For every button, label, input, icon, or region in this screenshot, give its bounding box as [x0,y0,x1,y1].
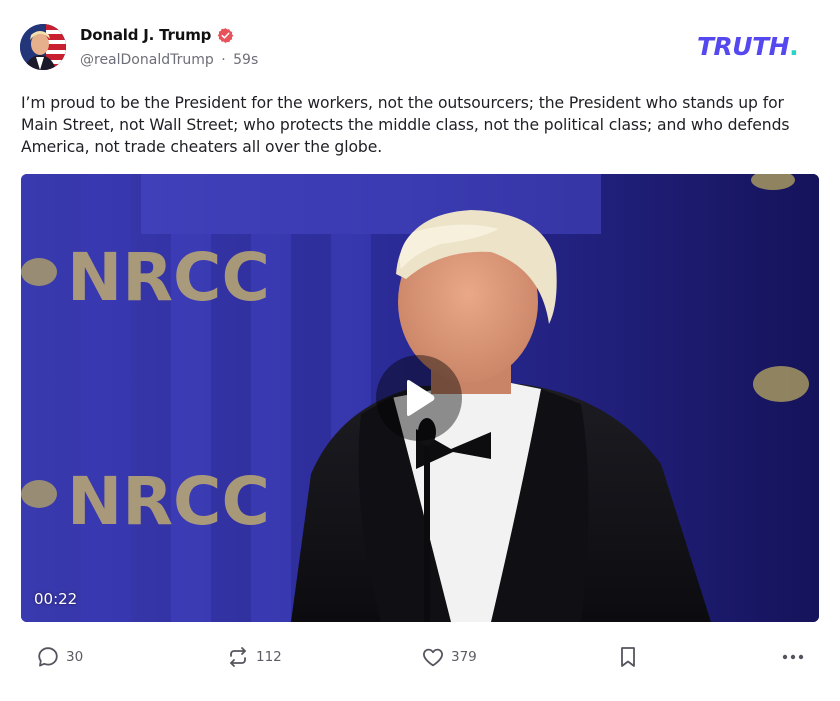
comment-bubble-icon [38,647,58,667]
retruth-arrows-icon [230,647,246,667]
play-button[interactable] [376,355,462,441]
like-button[interactable]: 379 [421,642,477,672]
truth-logo-text: TRUTH [697,32,790,61]
truth-logo-dot: . [789,32,799,61]
reply-button[interactable]: 30 [36,642,83,672]
bookmark-icon [621,647,635,667]
retruth-button[interactable]: 112 [226,642,282,672]
backdrop-text-bottom: NRCC [67,463,270,540]
video-duration: 00:22 [34,590,78,608]
author-display-name[interactable]: Donald J. Trump [80,26,211,44]
author-avatar[interactable] [20,24,66,70]
more-options-button[interactable] [780,642,806,672]
post-body-text: I’m proud to be the President for the wo… [21,94,790,156]
avatar-image [20,24,66,70]
reply-count: 30 [66,649,84,665]
verified-badge-icon [217,27,234,44]
like-count: 379 [451,649,477,665]
heart-icon [423,648,443,667]
post-action-bar: 30 112 379 [0,642,840,672]
play-icon [407,380,435,416]
author-handle[interactable]: @realDonaldTrump [80,52,214,68]
video-player[interactable]: NRCC NRCC 00:22 [21,174,819,622]
author-name-row: Donald J. Trump [80,25,234,45]
ellipsis-icon [782,654,804,660]
truth-logo[interactable]: TRUTH. [697,32,799,61]
post-timestamp[interactable]: 59s [233,52,258,68]
meta-separator: · [221,52,226,68]
author-meta: @realDonaldTrump · 59s [80,52,258,68]
backdrop-text-top: NRCC [67,239,270,316]
bookmark-button[interactable] [617,642,639,672]
retruth-count: 112 [256,649,282,665]
